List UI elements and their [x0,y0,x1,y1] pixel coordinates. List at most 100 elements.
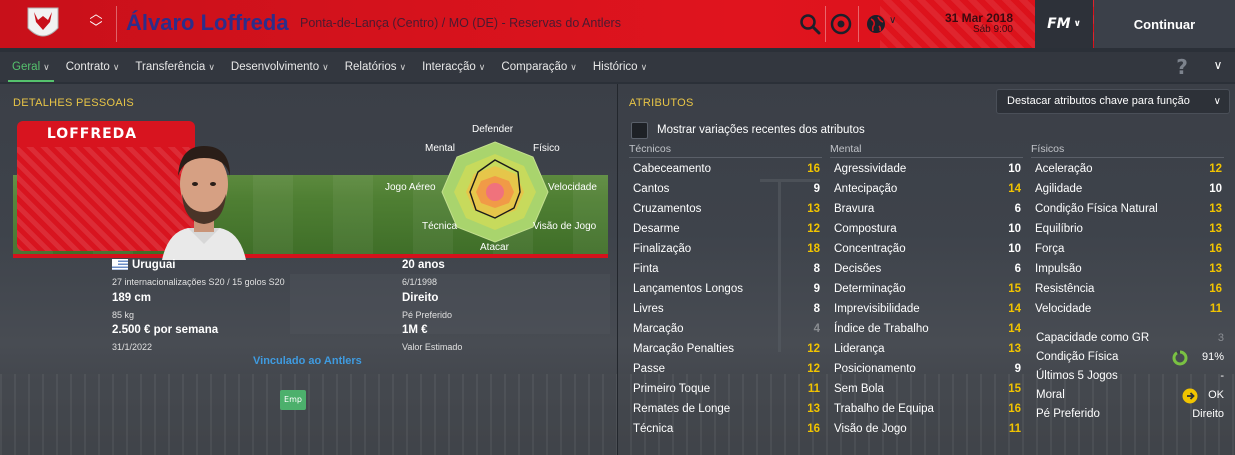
attribute-value: 8 [813,303,820,315]
attribute-row[interactable]: Lançamentos Longos 9 [633,280,820,300]
attribute-name: Bravura [834,203,875,215]
attribute-value: 18 [807,243,820,255]
attribute-row[interactable]: Remates de Longe 13 [633,400,820,420]
tab-label: Interacção [422,61,476,73]
attribute-row[interactable]: Antecipação 14 [834,180,1021,200]
chevron-down-icon: ∨ [570,62,577,72]
radar-label-defend: Defender [472,124,514,135]
attribute-row[interactable]: Cruzamentos 13 [633,200,820,220]
tab-reports[interactable]: Relatórios ∨ [337,52,414,82]
radar-label-physical: Físico [533,143,560,154]
attribute-row[interactable]: Concentração 10 [834,240,1021,260]
attribute-row[interactable]: Marcação Penalties 12 [633,340,820,360]
nationality[interactable]: Uruguai [132,259,175,271]
attribute-row[interactable]: Posicionamento 9 [834,360,1021,380]
attribute-row[interactable]: Bravura 6 [834,200,1021,220]
attribute-row[interactable]: Impulsão 13 [1035,260,1222,280]
attribute-row[interactable]: Finta 8 [633,260,820,280]
chevron-down-icon: ∨ [208,62,215,72]
attribute-row[interactable]: Condição Física Natural 13 [1035,200,1222,220]
game-date[interactable]: 31 Mar 2018 Sáb 9:00 [905,12,1013,36]
attribute-row[interactable]: Determinação 15 [834,280,1021,300]
condition-ring-icon [1172,350,1188,366]
club-crest-icon[interactable] [20,2,66,46]
player-nav-arrows[interactable]: ︿ ﹀ [86,8,106,40]
attribute-row[interactable]: Imprevisibilidade 14 [834,300,1021,320]
recent-changes-label[interactable]: Mostrar variações recentes dos atributos [657,124,865,136]
attribute-row[interactable]: Finalização 18 [633,240,820,260]
chevron-down-icon: ∨ [478,62,486,72]
radar-label-mental: Mental [425,143,456,154]
attribute-row[interactable]: Aceleração 12 [1035,160,1222,180]
attribute-row[interactable]: Cabeceamento 16 [633,160,820,180]
attribute-value: 6 [1014,263,1021,275]
fm-menu-button[interactable]: FM ∨ [1035,0,1093,48]
attribute-row[interactable]: Agilidade 10 [1035,180,1222,200]
attribute-value: 13 [1209,223,1222,235]
tab-interaction[interactable]: Interacção ∨ [414,52,493,82]
attribute-value: 10 [1008,163,1021,175]
time-text: Sáb 9:00 [972,24,1013,35]
inbox-target-icon[interactable] [829,12,853,36]
attribute-row[interactable]: Sem Bola 15 [834,380,1021,400]
recent-changes-checkbox[interactable] [631,122,648,139]
date-text: 31 Mar 2018 [944,11,1013,25]
dropdown-label: Destacar atributos chave para função [1007,95,1190,107]
help-icon[interactable]: ? [1172,56,1192,78]
tab-development[interactable]: Desenvolvimento ∨ [223,52,337,82]
attribute-value: 10 [1008,243,1021,255]
chevron-down-icon[interactable]: ∨ [1210,58,1226,76]
loan-badge[interactable]: Emp [280,390,306,410]
personal-details-title: DETALHES PESSOAIS [13,97,135,109]
attribute-row[interactable]: Velocidade 11 [1035,300,1222,320]
attribute-name: Técnica [633,423,674,435]
tab-history[interactable]: Histórico ∨ [585,52,655,82]
attribute-row[interactable]: Marcação 4 [633,320,820,340]
attribute-row[interactable]: Técnica 16 [633,420,820,440]
attribute-row[interactable]: Livres 8 [633,300,820,320]
side-value: - [1220,370,1224,382]
affiliation-link[interactable]: Vinculado ao Antlers [253,355,362,367]
attribute-row[interactable]: Decisões 6 [834,260,1021,280]
attribute-row[interactable]: Trabalho de Equipa 16 [834,400,1021,420]
attribute-row[interactable]: Visão de Jogo 11 [834,420,1021,440]
attribute-name: Agilidade [1035,183,1083,195]
player-position-club[interactable]: Ponta-de-Lança (Centro) / MO (DE) - Rese… [300,16,621,30]
tab-label: Contrato [65,61,110,73]
attribute-row[interactable]: Cantos 9 [633,180,820,200]
attribute-row[interactable]: Desarme 12 [633,220,820,240]
column-divider [1031,157,1224,158]
attribute-row[interactable]: Passe 12 [633,360,820,380]
side-value: 3 [1217,332,1224,344]
attribute-name: Compostura [834,223,897,235]
attribute-row[interactable]: Agressividade 10 [834,160,1021,180]
birth-date: 6/1/1998 [402,277,438,287]
attribute-row[interactable]: Força 16 [1035,240,1222,260]
attribute-row[interactable]: Compostura 10 [834,220,1021,240]
attribute-name: Antecipação [834,183,898,195]
attribute-row[interactable]: Equilíbrio 13 [1035,220,1222,240]
continue-button[interactable]: Continuar [1094,0,1235,48]
attribute-row[interactable]: Resistência 16 [1035,280,1222,300]
tab-contract[interactable]: Contrato ∨ [58,52,128,82]
globe-chevron-icon[interactable]: ∨ [889,15,896,26]
attribute-value: 10 [1008,223,1021,235]
attribute-value: 11 [1209,303,1222,315]
chevron-down-icon: ∨ [1213,96,1221,107]
tab-transfer[interactable]: Transferência ∨ [127,52,222,82]
attribute-row[interactable]: Primeiro Toque 11 [633,380,820,400]
chevron-up-icon[interactable]: ︿ [86,8,106,22]
chevron-down-icon[interactable]: ﹀ [86,22,106,36]
attribute-name: Desarme [633,223,680,235]
search-icon[interactable] [798,12,822,36]
side-label: Últimos 5 Jogos [1036,370,1118,382]
tab-general[interactable]: Geral ∨ [4,52,58,82]
globe-icon[interactable] [864,12,888,36]
attribute-row[interactable]: Índice de Trabalho 14 [834,320,1021,340]
chevron-down-icon: ∨ [1073,19,1081,29]
condition-row: Condição Física 91% [1036,349,1224,368]
tab-comparison[interactable]: Comparação ∨ [493,52,584,82]
role-highlight-dropdown[interactable]: Destacar atributos chave para função ∨ [996,89,1230,114]
attribute-name: Sem Bola [834,383,884,395]
attribute-row[interactable]: Liderança 13 [834,340,1021,360]
